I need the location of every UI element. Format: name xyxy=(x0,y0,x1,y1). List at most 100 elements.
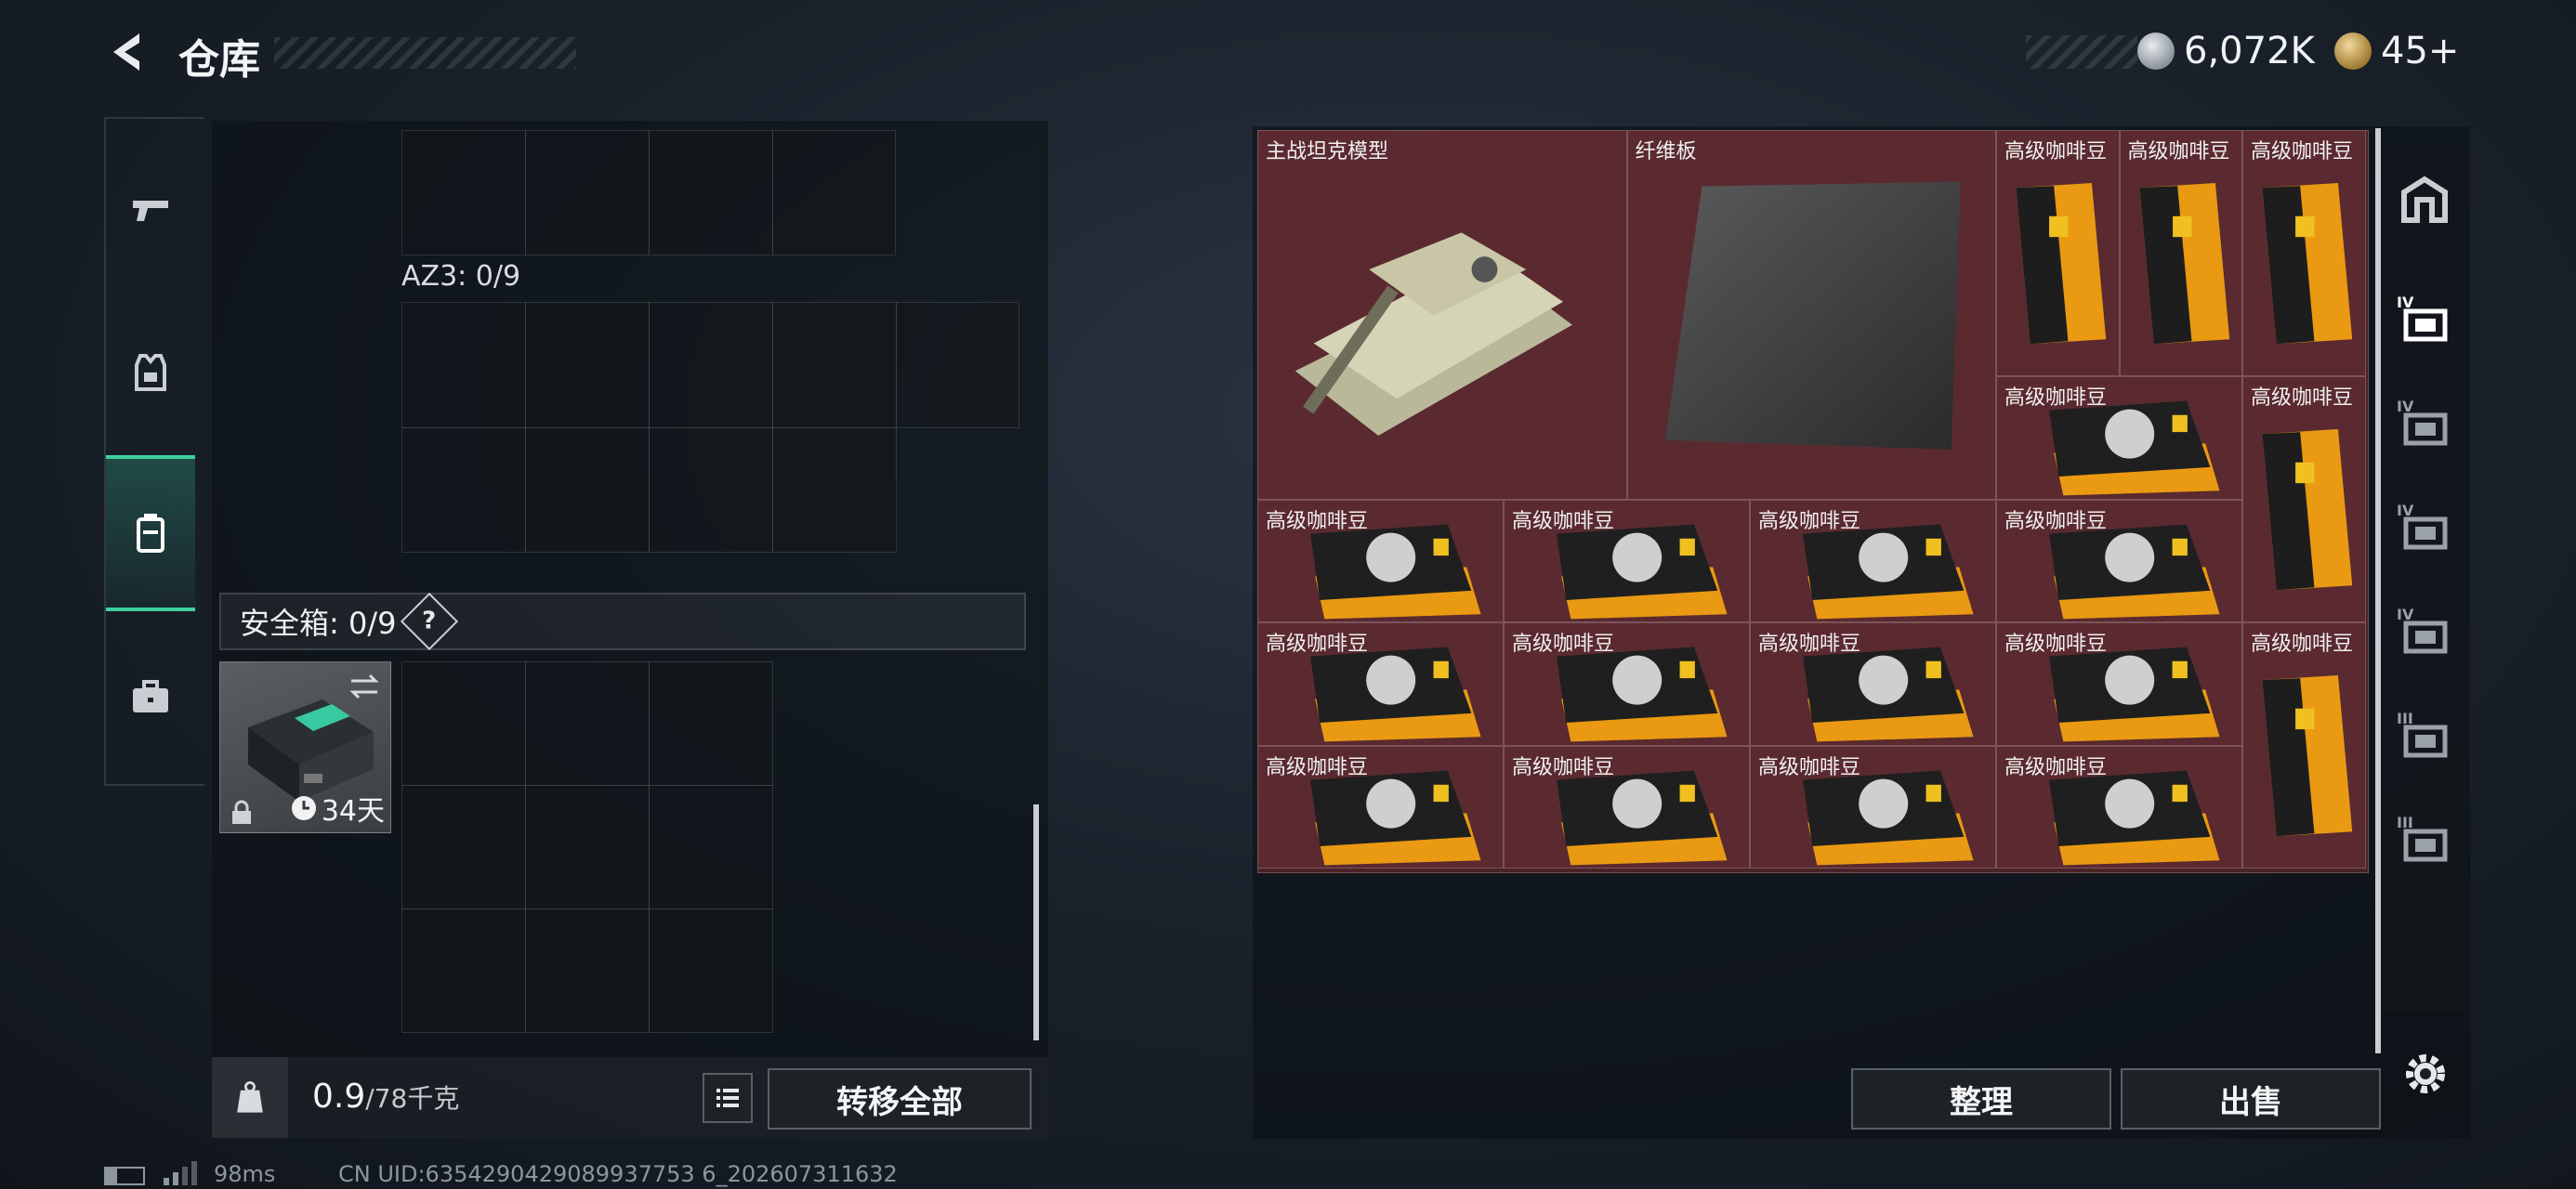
grid-slot[interactable] xyxy=(525,785,650,909)
safe-box-header: 安全箱: 0/9 ? xyxy=(219,592,1026,651)
swap-icon[interactable] xyxy=(346,668,383,705)
list-view-button[interactable] xyxy=(703,1073,753,1123)
item-name: 高级咖啡豆 xyxy=(1758,509,1861,533)
grid-slot[interactable] xyxy=(525,130,650,255)
grid-slot[interactable] xyxy=(525,661,650,786)
currency-bar-decoration xyxy=(2026,35,2137,69)
grid-slot[interactable] xyxy=(401,427,526,553)
back-arrow-icon xyxy=(113,33,139,71)
help-button[interactable]: ? xyxy=(401,592,459,651)
stash-crate-icon: IV xyxy=(2397,294,2448,342)
stash-item[interactable]: 高级咖啡豆 xyxy=(2119,130,2242,376)
stash-item[interactable]: 高级咖啡豆 xyxy=(2242,376,2366,622)
category-armor[interactable] xyxy=(106,307,195,437)
category-backpack[interactable] xyxy=(106,455,195,611)
stash-home-icon xyxy=(2401,176,2448,223)
money-coin-icon xyxy=(2137,33,2175,70)
stash-item[interactable]: 高级咖啡豆 xyxy=(1750,745,1996,869)
grid-slot[interactable] xyxy=(649,785,773,909)
stash-item[interactable]: 高级咖啡豆 xyxy=(1504,499,1750,622)
money-display[interactable]: 6,072K xyxy=(2137,28,2315,74)
grid-slot[interactable] xyxy=(772,427,897,553)
stash-tab-all[interactable] xyxy=(2382,149,2467,251)
safe-box-grid[interactable] xyxy=(401,661,773,1033)
grid-slot[interactable] xyxy=(649,661,773,786)
settings-button[interactable] xyxy=(2399,1048,2451,1100)
grid-slot[interactable] xyxy=(649,302,773,428)
stash-item[interactable]: 高级咖啡豆 xyxy=(1257,499,1504,622)
category-weapon[interactable] xyxy=(106,144,195,274)
coffee-bag-image xyxy=(2262,183,2353,345)
lock-icon xyxy=(232,800,251,824)
az3-grid[interactable] xyxy=(401,302,1019,553)
grid-slot[interactable] xyxy=(401,130,526,255)
stash-item[interactable]: 高级咖啡豆 xyxy=(1996,499,2242,622)
stash-item[interactable]: 高级咖啡豆 xyxy=(1257,622,1504,746)
signal-icon xyxy=(164,1161,201,1185)
stash-item[interactable]: 高级咖啡豆 xyxy=(2242,622,2366,869)
weight-icon-box xyxy=(212,1057,288,1138)
stash-item[interactable]: 高级咖啡豆 xyxy=(1996,745,2242,869)
list-icon xyxy=(716,1089,739,1107)
transfer-all-button[interactable]: 转移全部 xyxy=(768,1068,1032,1130)
grid-slot[interactable] xyxy=(401,661,526,786)
uid-text: CN UID:6354290429089937753 6_20260731163… xyxy=(338,1161,898,1187)
pistol-icon xyxy=(133,201,168,221)
grid-slot[interactable] xyxy=(401,785,526,909)
container-grid-top[interactable] xyxy=(401,130,896,255)
stash-tab-2[interactable]: IV xyxy=(2382,373,2467,476)
grid-slot[interactable] xyxy=(525,427,650,553)
briefcase-icon xyxy=(133,680,168,712)
stash-item[interactable]: 纤维板 xyxy=(1626,130,1996,500)
stash-crate-icon: IV xyxy=(2397,606,2448,654)
category-case[interactable] xyxy=(106,632,195,762)
stash-tab-5[interactable]: III xyxy=(2382,686,2467,788)
right-scrollbar[interactable] xyxy=(2375,128,2381,1053)
grid-slot[interactable] xyxy=(896,302,1019,428)
grid-slot[interactable] xyxy=(649,130,773,255)
stash-tab-4[interactable]: IV xyxy=(2382,581,2467,684)
item-name: 高级咖啡豆 xyxy=(2127,140,2230,163)
battery-icon xyxy=(104,1167,145,1185)
sell-button[interactable]: 出售 xyxy=(2121,1068,2381,1130)
stash-item[interactable]: 高级咖啡豆 xyxy=(1257,745,1504,869)
ticket-coin-icon xyxy=(2334,33,2372,70)
tank-model-image xyxy=(1295,232,1572,436)
stash-item[interactable]: 高级咖啡豆 xyxy=(1504,745,1750,869)
stash-item[interactable]: 高级咖啡豆 xyxy=(1504,622,1750,746)
item-name: 高级咖啡豆 xyxy=(1266,509,1369,533)
ping-text: 98ms xyxy=(214,1161,276,1187)
safe-box-item[interactable]: 34天 xyxy=(219,661,391,833)
stash-item[interactable]: 高级咖啡豆 xyxy=(1996,376,2242,500)
stash-item[interactable]: 高级咖啡豆 xyxy=(1750,499,1996,622)
back-button[interactable] xyxy=(104,28,152,76)
item-name: 高级咖啡豆 xyxy=(1512,755,1615,779)
sort-button[interactable]: 整理 xyxy=(1851,1068,2111,1130)
stash-tab-3[interactable]: IV xyxy=(2382,477,2467,580)
grid-slot[interactable] xyxy=(772,130,896,255)
grid-slot[interactable] xyxy=(649,908,773,1033)
days-remaining: 34天 xyxy=(290,788,385,829)
grid-slot[interactable] xyxy=(525,302,650,428)
stash-item[interactable]: 高级咖啡豆 xyxy=(1996,622,2242,746)
item-name: 高级咖啡豆 xyxy=(2004,755,2108,779)
stash-tab-1[interactable]: IV xyxy=(2382,269,2467,372)
grid-slot[interactable] xyxy=(401,302,526,428)
svg-text:III: III xyxy=(2397,814,2413,831)
stash-item[interactable]: 高级咖啡豆 xyxy=(1750,622,1996,746)
item-name: 高级咖啡豆 xyxy=(1512,509,1615,533)
grid-slot[interactable] xyxy=(525,908,650,1033)
weight-icon xyxy=(237,1080,263,1113)
stash-item[interactable]: 高级咖啡豆 xyxy=(2242,130,2366,376)
item-name: 高级咖啡豆 xyxy=(2004,509,2108,533)
left-scrollbar[interactable] xyxy=(1033,804,1039,1040)
grid-slot[interactable] xyxy=(772,302,897,428)
stash-tab-6[interactable]: III xyxy=(2382,790,2467,892)
ticket-display[interactable]: 45+ xyxy=(2334,28,2459,74)
grid-slot[interactable] xyxy=(401,908,526,1033)
page-title: 仓库 xyxy=(178,36,260,84)
stash-item[interactable]: 高级咖啡豆 xyxy=(1996,130,2120,376)
stash-item[interactable]: 主战坦克模型 xyxy=(1257,130,1627,500)
grid-slot[interactable] xyxy=(649,427,773,553)
item-name: 高级咖啡豆 xyxy=(1266,755,1369,779)
